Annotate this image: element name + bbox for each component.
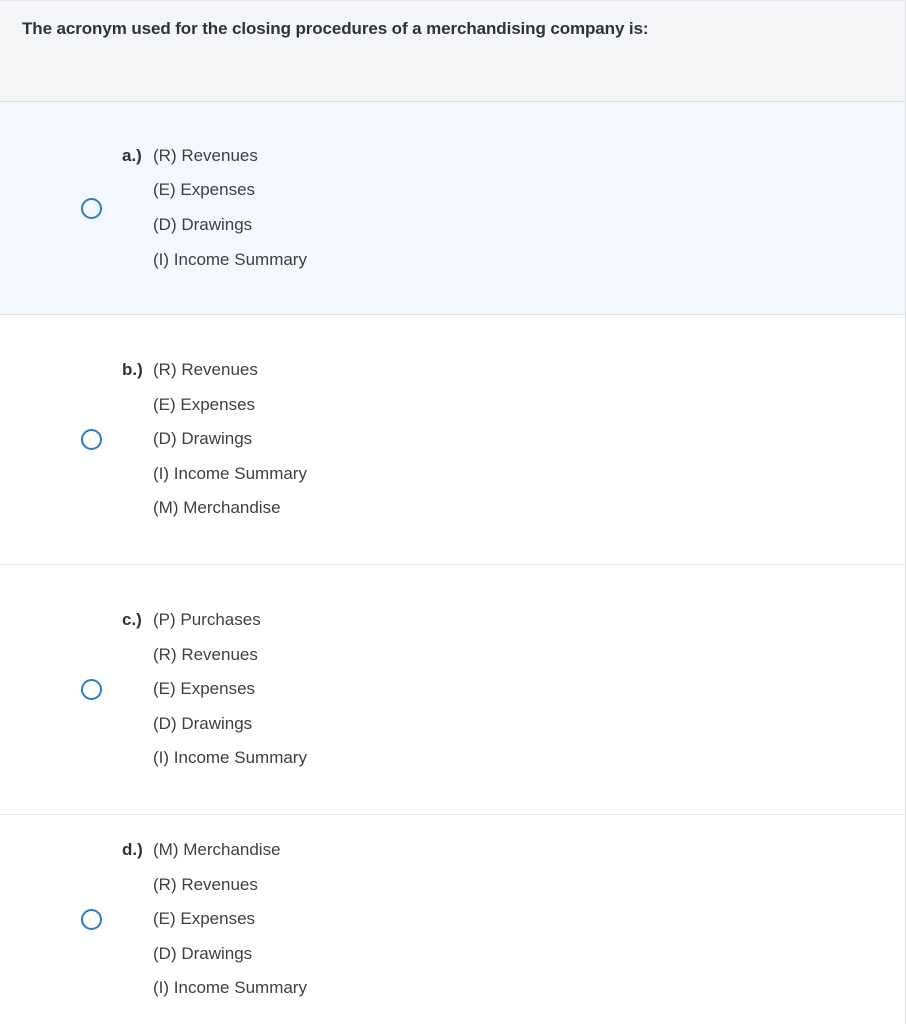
option-line: (I) Income Summary <box>153 249 307 269</box>
answer-option-a[interactable]: a.) (R) Revenues (E) Expenses (D) Drawin… <box>0 102 905 315</box>
option-text-d: (M) Merchandise (R) Revenues (E) Expense… <box>153 833 307 1006</box>
option-line: (I) Income Summary <box>153 978 307 998</box>
option-line: (M) Merchandise <box>153 498 281 518</box>
radio-button-b-icon[interactable] <box>81 429 102 450</box>
option-line: (E) Expenses <box>153 394 256 414</box>
radio-cell-c[interactable] <box>0 679 122 700</box>
radio-button-d-icon[interactable] <box>81 909 102 930</box>
answer-options-list: a.) (R) Revenues (E) Expenses (D) Drawin… <box>0 102 905 1024</box>
option-line: (E) Expenses <box>153 679 256 699</box>
option-line: (D) Drawings <box>153 215 253 234</box>
option-text-b: (R) Revenues (E) Expenses (D) Drawings (… <box>153 353 307 526</box>
question-header: The acronym used for the closing procedu… <box>0 0 905 102</box>
question-text: The acronym used for the closing procedu… <box>22 19 649 38</box>
option-letter-a: a.) <box>122 145 142 165</box>
radio-cell-a[interactable] <box>0 197 122 219</box>
answer-label-c: c.) (P) Purchases (R) Revenues (E) Expen… <box>122 603 307 776</box>
radio-cell-b[interactable] <box>0 429 122 450</box>
option-line: (D) Drawings <box>153 943 253 963</box>
option-line: (D) Drawings <box>153 429 253 449</box>
option-letter-b: b.) <box>122 360 143 380</box>
quiz-question-card: The acronym used for the closing procedu… <box>0 0 906 1024</box>
option-line: (R) Revenues <box>153 644 258 664</box>
option-line: (E) Expenses <box>153 909 256 929</box>
option-letter-d: d.) <box>122 840 143 860</box>
option-line: (M) Merchandise <box>153 840 281 860</box>
option-line: (I) Income Summary <box>153 463 307 483</box>
option-letter-c: c.) <box>122 610 142 630</box>
option-line: (R) Revenues <box>153 874 258 894</box>
answer-label-a: a.) (R) Revenues (E) Expenses (D) Drawin… <box>122 139 307 277</box>
answer-label-d: d.) (M) Merchandise (R) Revenues (E) Exp… <box>122 833 307 1006</box>
answer-option-c[interactable]: c.) (P) Purchases (R) Revenues (E) Expen… <box>0 565 905 815</box>
answer-option-b[interactable]: b.) (R) Revenues (E) Expenses (D) Drawin… <box>0 315 905 565</box>
option-line: (P) Purchases <box>153 610 261 630</box>
answer-label-b: b.) (R) Revenues (E) Expenses (D) Drawin… <box>122 353 307 526</box>
option-line: (R) Revenues <box>153 360 258 380</box>
radio-button-c-icon[interactable] <box>81 679 102 700</box>
option-text-c: (P) Purchases (R) Revenues (E) Expenses … <box>153 603 307 776</box>
radio-button-a-icon[interactable] <box>81 197 102 219</box>
option-line: (I) Income Summary <box>153 748 307 768</box>
option-text-a: (R) Revenues (E) Expenses (D) Drawings (… <box>153 139 307 277</box>
answer-option-d[interactable]: d.) (M) Merchandise (R) Revenues (E) Exp… <box>0 815 905 1024</box>
option-line: (E) Expenses <box>153 180 256 200</box>
option-line: (R) Revenues <box>153 145 258 165</box>
option-line: (D) Drawings <box>153 713 253 733</box>
radio-cell-d[interactable] <box>0 909 122 930</box>
